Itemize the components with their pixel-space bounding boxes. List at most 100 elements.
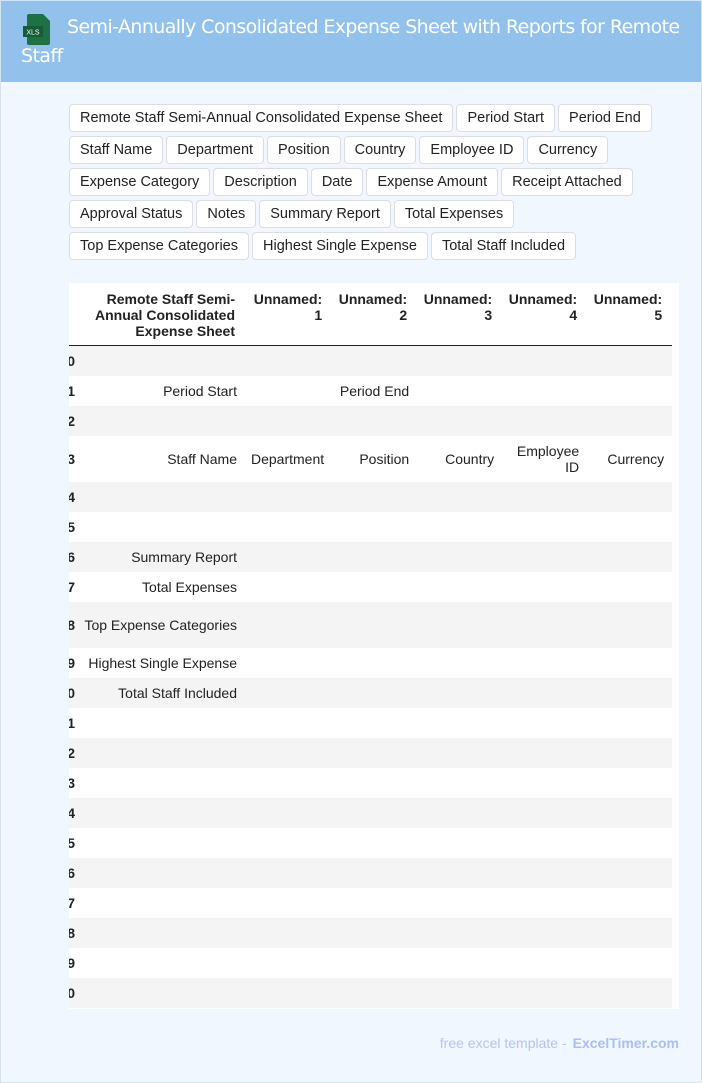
table-cell [75, 948, 245, 978]
table-cell [245, 737, 333, 768]
svg-text:XLS: XLS [26, 30, 40, 37]
table-cell [245, 572, 332, 602]
table-cell [587, 572, 672, 602]
column-tag[interactable]: Description [213, 168, 308, 196]
column-tag[interactable]: Top Expense Categories [69, 232, 249, 260]
column-header: Unnamed: 1 [245, 283, 333, 346]
table-cell [417, 857, 503, 888]
column-tag[interactable]: Total Expenses [393, 200, 515, 228]
table-cell [245, 481, 333, 512]
table-row: 9 Highest Single Expense [69, 648, 672, 678]
table-cell [75, 768, 245, 798]
table-cell [75, 512, 245, 542]
table-row: 0 [69, 345, 673, 376]
footer-brand-link[interactable]: ExcelTimer.com [573, 1035, 679, 1051]
column-header: Unnamed: 3 [417, 283, 503, 346]
table-cell [502, 677, 588, 708]
table-cell [332, 677, 418, 708]
page-title: Semi-Annually Consolidated Expense Sheet… [21, 16, 680, 67]
column-tag[interactable]: Expense Category [69, 168, 211, 196]
column-tag[interactable]: Highest Single Expense [252, 232, 428, 260]
table-cell [75, 345, 245, 376]
table-row: 20 [69, 977, 673, 1008]
table-cell [245, 888, 332, 918]
table-row: 10Total Staff Included [69, 677, 673, 708]
table-cell [332, 572, 417, 602]
table-cell [417, 917, 503, 948]
table-cell [417, 768, 502, 798]
table-cell [417, 737, 503, 768]
column-tag[interactable]: Summary Report [259, 200, 391, 228]
column-tag[interactable]: Period End [558, 104, 652, 132]
column-tag[interactable]: Department [166, 136, 265, 164]
column-tag[interactable]: Employee ID [419, 136, 525, 164]
table-cell [332, 648, 417, 678]
table-cell [75, 977, 245, 1008]
column-header: Unnamed: 4 [502, 283, 588, 346]
table-cell [502, 828, 587, 858]
column-tag[interactable]: Expense Amount [366, 168, 499, 196]
table-cell: Highest Single Expense [88, 654, 237, 671]
table-cell [502, 376, 587, 406]
table-cell [502, 768, 587, 798]
column-tag[interactable]: Staff Name [69, 136, 164, 164]
table-row: 12 [69, 737, 673, 768]
table-cell [245, 648, 332, 678]
table-cell [245, 768, 332, 798]
column-tag[interactable]: Period Start [456, 104, 556, 132]
table-cell: Employee ID [516, 442, 580, 475]
data-table-container[interactable]: Remote Staff Semi-Annual Consolidated Ex… [69, 283, 679, 1009]
table-cell [587, 677, 673, 708]
table-cell [417, 572, 502, 602]
table-cell [587, 648, 672, 678]
table-cell [332, 888, 417, 918]
table-row: 1 Period Start Period End [69, 376, 672, 406]
table-cell [417, 948, 502, 978]
column-tag[interactable]: Date [310, 168, 364, 196]
column-tag[interactable]: Approval Status [69, 200, 194, 228]
table-cell [502, 512, 587, 542]
column-tag[interactable]: Position [267, 136, 341, 164]
table-cell [502, 857, 588, 888]
table-cell [332, 541, 418, 572]
column-tag[interactable]: Receipt Attached [501, 168, 633, 196]
table-row: 13 [69, 768, 672, 798]
table-cell [417, 345, 503, 376]
table-cell [587, 601, 673, 648]
table-cell [417, 512, 502, 542]
table-cell [332, 917, 418, 948]
table-cell [332, 857, 418, 888]
table-cell [587, 541, 673, 572]
table-cell [245, 345, 333, 376]
column-header: Remote Staff Semi-Annual Consolidated Ex… [75, 283, 245, 346]
column-tag[interactable]: Currency [527, 136, 609, 164]
column-tag[interactable]: Country [343, 136, 417, 164]
table-cell [332, 768, 417, 798]
table-cell [245, 857, 333, 888]
table-cell [245, 376, 332, 406]
column-tag[interactable]: Remote Staff Semi-Annual Consolidated Ex… [69, 104, 454, 132]
column-tag[interactable]: Notes [196, 200, 257, 228]
column-tag[interactable]: Total Staff Included [430, 232, 577, 260]
table-cell [587, 948, 672, 978]
page-header: XLS Semi-Annually Consolidated Expense S… [1, 1, 701, 82]
table-cell: Department [251, 450, 325, 467]
table-row: 14 [69, 797, 673, 828]
table-cell [417, 481, 503, 512]
table-row: 8 Top Expense Categories [69, 601, 673, 648]
table-cell [587, 857, 673, 888]
table-row: 7 Total Expenses [69, 572, 672, 602]
table-cell [75, 857, 245, 888]
table-cell [75, 481, 245, 512]
table-cell [502, 481, 588, 512]
table-cell [502, 977, 588, 1008]
table-cell [587, 977, 673, 1008]
table-cell [587, 768, 672, 798]
table-row: 3 Staff Name Department Position Country Empl… [69, 436, 672, 482]
table-cell [502, 948, 587, 978]
table-cell [502, 572, 587, 602]
table-cell [587, 708, 672, 738]
table-cell [417, 405, 503, 436]
table-cell [417, 677, 503, 708]
table-cell [75, 888, 245, 918]
